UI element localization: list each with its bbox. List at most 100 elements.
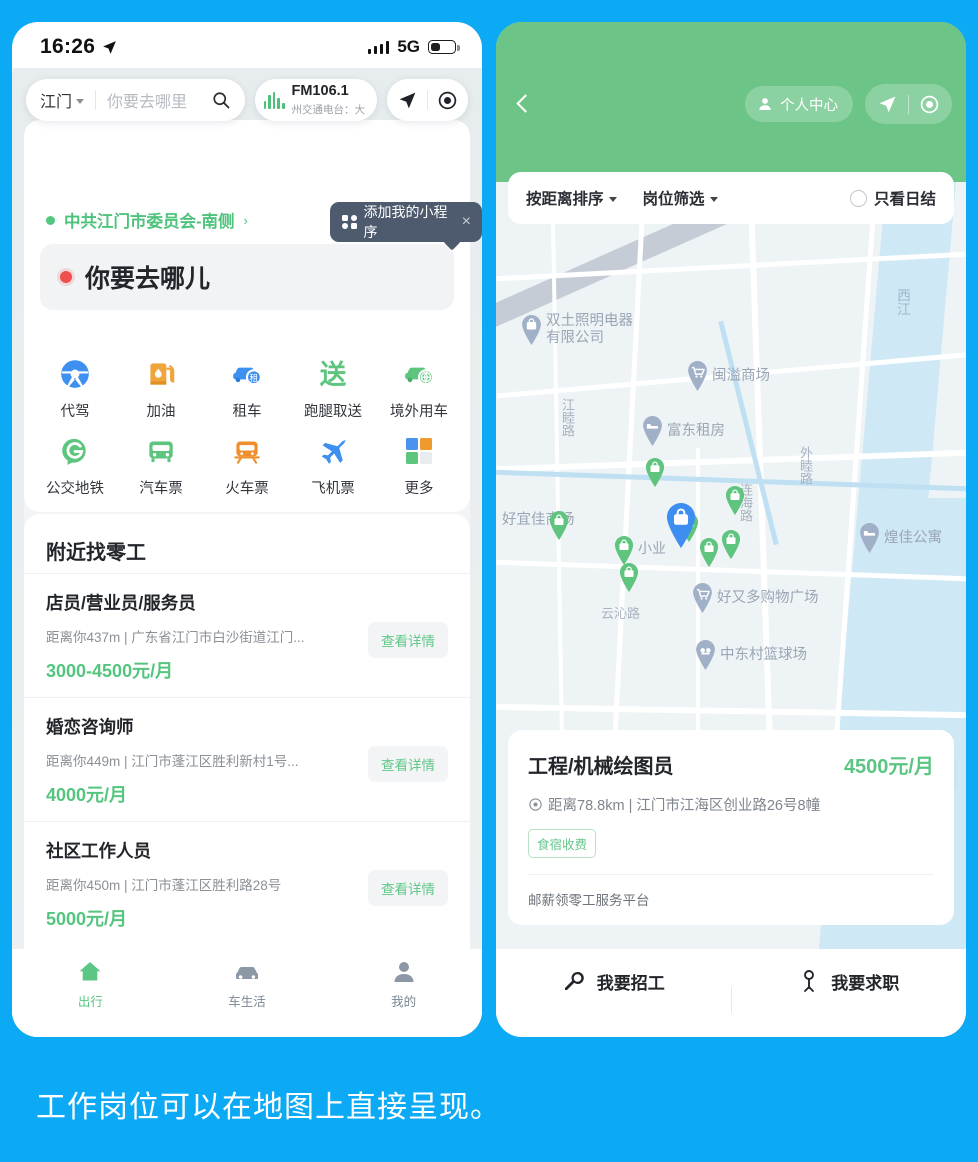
job-filter-label: 岗位筛选	[642, 191, 705, 208]
filter-bar: 按距离排序 岗位筛选 只看日结	[508, 172, 954, 224]
job-seeker-icon	[804, 970, 815, 992]
user-center-label: 个人中心	[780, 97, 838, 114]
chevron-right-icon: ›	[243, 212, 248, 228]
tab-label: 出行	[77, 995, 103, 1009]
chevron-down-icon	[608, 197, 617, 202]
job-pin-icon[interactable]	[613, 536, 635, 565]
map-poi[interactable]: 闽溢商场	[686, 361, 770, 391]
tab-travel[interactable]: 出行	[12, 959, 169, 1037]
job-list-item[interactable]: 婚恋咨询师 距离你449m | 江门市蓬江区胜利新村1号... 4000元/月 …	[24, 697, 470, 821]
divider	[427, 90, 428, 110]
destination-input[interactable]: 你要去哪儿	[40, 244, 454, 310]
service-item-refuel[interactable]: 加油	[118, 356, 204, 421]
job-pin-icon[interactable]	[548, 511, 570, 540]
job-title: 工程/机械绘图员	[528, 756, 674, 778]
find-job-label: 我要求职	[831, 973, 900, 993]
job-meta: 距离78.8km | 江门市江海区创业路26号8幢	[528, 794, 934, 815]
left-top-bar: 江门 你要去哪里 FM106.1 州交通电台：大	[12, 68, 482, 132]
job-meta: 距离你450m | 江门市蓬江区胜利路28号	[46, 878, 282, 893]
status-right: 5G	[367, 37, 460, 57]
job-list-item[interactable]: 店员/营业员/服务员 距离你437m | 广东省江门市白沙街道江门... 300…	[24, 573, 470, 697]
map-controls[interactable]	[387, 79, 468, 121]
job-name: 店员/营业员/服务员	[46, 593, 196, 613]
shop-pin-icon	[522, 314, 541, 345]
job-tag: 食宿收费	[528, 829, 597, 858]
fm-radio-widget[interactable]: FM106.1 州交通电台：大	[254, 79, 377, 121]
selected-job-pin-icon[interactable]	[664, 503, 698, 548]
tab-carlife[interactable]: 车生活	[169, 959, 326, 1037]
map-controls[interactable]	[865, 84, 952, 124]
status-time: 16:26	[40, 35, 96, 58]
job-pay: 4500元/月	[843, 756, 934, 778]
job-name: 婚恋咨询师	[46, 717, 134, 737]
map-poi[interactable]: 煌佳公寓	[858, 523, 942, 553]
job-pin-icon[interactable]	[698, 538, 720, 567]
navigate-icon[interactable]	[397, 90, 418, 111]
service-item-errand[interactable]: 送 跑腿取送	[290, 356, 376, 421]
service-item-overseas[interactable]: 境外用车	[376, 356, 462, 421]
service-item-trainticket[interactable]: 火车票	[204, 433, 290, 498]
map-poi-label: 富东租房	[667, 422, 725, 439]
add-miniprogram-tooltip[interactable]: 添加我的小程序 ×	[330, 202, 482, 242]
search-icon[interactable]	[211, 90, 231, 110]
job-pin-icon[interactable]	[618, 563, 640, 592]
map-poi[interactable]: 中东村篮球场	[694, 640, 807, 670]
job-pin-icon[interactable]	[644, 458, 666, 487]
person-icon	[759, 98, 771, 110]
map-poi-label: 好又多购物广场	[717, 589, 819, 606]
location-pin-icon	[529, 798, 542, 811]
sort-dropdown[interactable]: 按距离排序	[526, 187, 617, 209]
view-detail-button[interactable]: 查看详情	[368, 746, 448, 782]
navigate-icon[interactable]	[877, 94, 898, 115]
mall-pin-icon	[688, 361, 707, 391]
recenter-icon[interactable]	[919, 94, 940, 115]
search-bar[interactable]: 江门 你要去哪里	[26, 79, 245, 121]
job-meta: 距离你437m | 广东省江门市白沙街道江门...	[46, 630, 305, 645]
search-input[interactable]: 你要去哪里	[107, 88, 211, 112]
service-item-more[interactable]: 更多	[376, 433, 462, 498]
daily-only-toggle[interactable]: 只看日结	[849, 187, 936, 209]
job-list-item[interactable]: 社区工作人员 距离你450m | 江门市蓬江区胜利路28号 5000元/月 查看…	[24, 821, 470, 945]
job-pin-icon[interactable]	[724, 486, 746, 515]
service-item-carrental[interactable]: 租 租车	[204, 356, 290, 421]
service-label: 公交地铁	[46, 481, 104, 497]
job-detail-card[interactable]: 工程/机械绘图员 4500元/月 距离78.8km | 江门市江海区创业路26号…	[508, 730, 954, 925]
left-phone: 16:26 5G 江门 你要去哪里 FM106.1 州交通电台：大 添加我的小程…	[12, 22, 482, 1037]
job-filter-dropdown[interactable]: 岗位筛选	[643, 187, 718, 209]
find-job-button[interactable]: 我要求职	[732, 963, 967, 999]
post-job-button[interactable]: 我要招工	[496, 963, 731, 999]
map-poi[interactable]: 富东租房	[641, 416, 725, 446]
city-selector[interactable]: 江门	[40, 88, 85, 112]
tab-mine[interactable]: 我的	[325, 959, 482, 1037]
service-item-daijia[interactable]: 代驾	[32, 356, 118, 421]
user-center-button[interactable]: 个人中心	[745, 86, 853, 122]
service-item-transit[interactable]: 公交地铁	[32, 433, 118, 498]
map-poi-label: 煌佳公寓	[884, 529, 942, 546]
caption-text: 工作岗位可以在地图上直接呈现。	[36, 1091, 501, 1124]
job-pin-icon[interactable]	[720, 530, 742, 559]
map-label-river: 西江	[896, 288, 912, 316]
fm-title: FM106.1	[291, 82, 349, 99]
location-arrow-icon	[103, 40, 117, 54]
housing-pin-icon	[860, 523, 879, 553]
view-detail-button[interactable]: 查看详情	[368, 870, 448, 906]
back-button[interactable]	[510, 91, 536, 117]
service-label: 加油	[146, 404, 176, 420]
service-label: 租车	[232, 404, 262, 420]
map-poi[interactable]: 好又多购物广场	[691, 583, 819, 613]
radio-icon[interactable]	[849, 189, 867, 207]
service-item-busticket[interactable]: 汽车票	[118, 433, 204, 498]
jobs-title: 附近找零工	[46, 542, 146, 564]
job-meta: 距离你449m | 江门市蓬江区胜利新村1号...	[46, 754, 299, 769]
close-icon[interactable]: ×	[462, 213, 471, 231]
poi-name: 中共江门市委员会-南侧	[64, 213, 235, 231]
tab-label: 我的	[391, 995, 417, 1009]
service-item-flightticket[interactable]: 飞机票	[290, 433, 376, 498]
service-label: 代驾	[60, 404, 90, 420]
map-poi[interactable]: 双土照明电器 有限公司	[520, 313, 633, 346]
divider	[95, 90, 97, 110]
wrench-icon	[564, 971, 584, 990]
view-detail-button[interactable]: 查看详情	[368, 622, 448, 658]
recenter-icon[interactable]	[437, 90, 458, 111]
job-card-header: 工程/机械绘图员 4500元/月	[528, 750, 934, 779]
